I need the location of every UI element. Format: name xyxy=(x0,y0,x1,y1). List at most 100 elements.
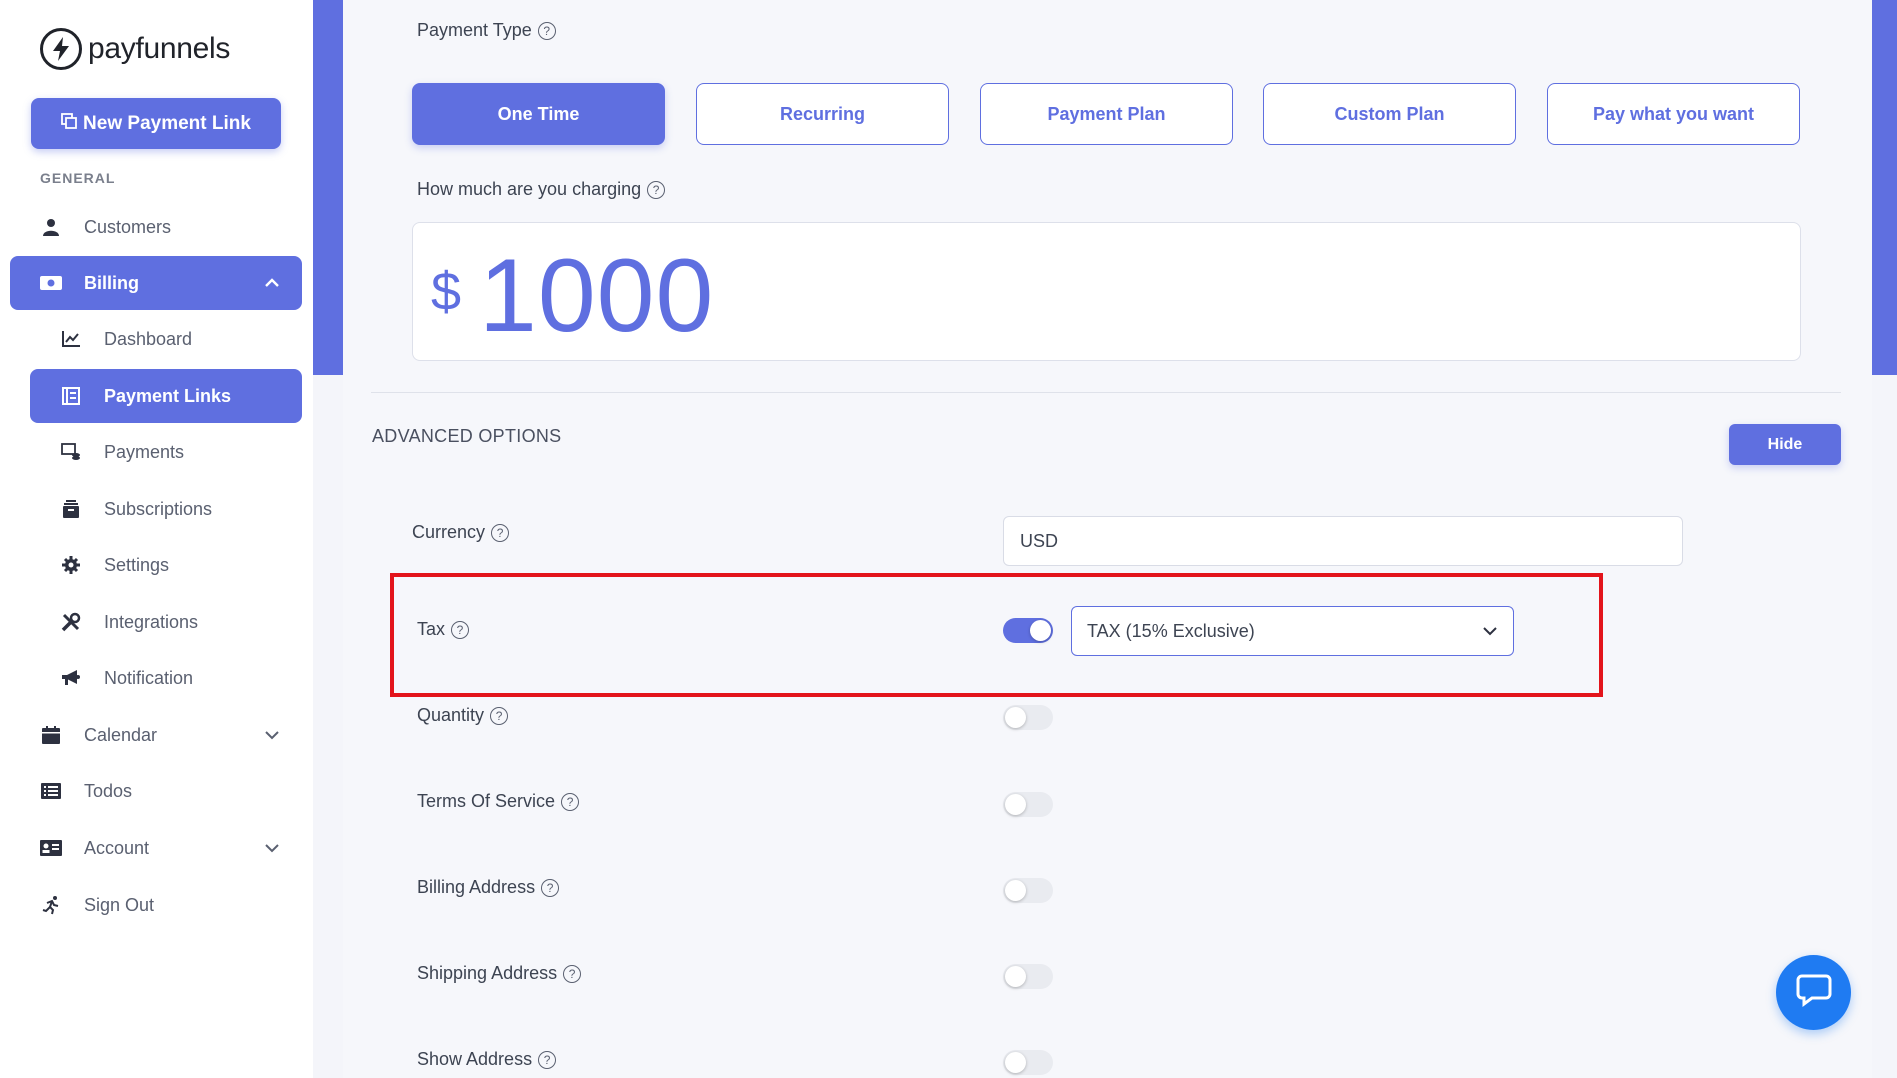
sidebar-item-notification[interactable]: Notification xyxy=(30,651,302,705)
help-icon[interactable]: ? xyxy=(537,21,556,40)
quantity-label: Quantity ? xyxy=(417,705,509,726)
sidebar-item-todos[interactable]: Todos xyxy=(10,764,302,818)
payment-type-custom-plan-button[interactable]: Custom Plan xyxy=(1263,83,1516,145)
brand-name: payfunnels xyxy=(88,32,231,65)
chat-launcher-button[interactable] xyxy=(1776,955,1851,1030)
chevron-down-icon xyxy=(262,725,282,745)
sidebar-item-calendar[interactable]: Calendar xyxy=(10,708,302,762)
tax-toggle[interactable] xyxy=(1003,618,1053,643)
help-icon[interactable]: ? xyxy=(490,706,509,725)
sidebar-item-dashboard[interactable]: Dashboard xyxy=(30,312,302,366)
header-band-right xyxy=(1872,0,1897,375)
toggle-knob xyxy=(1005,880,1026,901)
sidebar-item-payment-links[interactable]: Payment Links xyxy=(30,369,302,423)
shipping-address-toggle[interactable] xyxy=(1003,964,1053,989)
sidebar-item-label: Subscriptions xyxy=(104,498,213,519)
hide-advanced-button[interactable]: Hide xyxy=(1729,424,1841,465)
sidebar-item-label: Billing xyxy=(84,272,139,293)
money-icon xyxy=(40,272,62,294)
archive-icon xyxy=(60,498,82,520)
toggle-knob xyxy=(1005,707,1026,728)
section-general-label: GENERAL xyxy=(40,170,116,186)
sidebar-item-billing[interactable]: Billing xyxy=(10,256,302,310)
charge-label-text: How much are you charging xyxy=(417,179,642,199)
charge-label: How much are you charging ? xyxy=(417,179,666,200)
quantity-label-text: Quantity xyxy=(417,705,485,725)
sidebar: payfunnels New Payment Link GENERAL Cust… xyxy=(0,0,313,1078)
sidebar-item-label: Dashboard xyxy=(104,328,193,349)
payment-type-label: Payment Type ? xyxy=(417,20,556,41)
payment-type-one-time-button[interactable]: One Time xyxy=(412,83,665,145)
sidebar-item-customers[interactable]: Customers xyxy=(10,200,302,254)
sidebar-item-account[interactable]: Account xyxy=(10,821,302,875)
tax-label: Tax ? xyxy=(417,619,470,640)
toggle-knob xyxy=(1030,620,1051,641)
calendar-icon xyxy=(40,724,62,746)
sidebar-item-sign-out[interactable]: Sign Out xyxy=(10,878,302,932)
shipping-address-label: Shipping Address ? xyxy=(417,963,582,984)
toggle-knob xyxy=(1005,966,1026,987)
new-payment-link-label: New Payment Link xyxy=(83,112,251,134)
terms-of-service-toggle[interactable] xyxy=(1003,792,1053,817)
id-card-icon xyxy=(40,837,62,859)
currency-value: USD xyxy=(1020,530,1059,551)
tax-select-value: TAX (15% Exclusive) xyxy=(1087,620,1255,641)
sidebar-item-label: Notification xyxy=(104,667,194,688)
sidebar-item-label: Customers xyxy=(84,216,172,237)
tools-icon xyxy=(60,611,82,633)
payment-type-recurring-button[interactable]: Recurring xyxy=(696,83,949,145)
list-icon xyxy=(40,780,62,802)
currency-label: Currency ? xyxy=(412,522,510,543)
chat-bubble-icon xyxy=(1796,973,1832,1012)
tax-select[interactable]: TAX (15% Exclusive) xyxy=(1071,606,1514,656)
header-band-left xyxy=(313,0,343,375)
sidebar-item-integrations[interactable]: Integrations xyxy=(30,595,302,649)
chevron-down-icon xyxy=(262,838,282,858)
help-icon[interactable]: ? xyxy=(563,964,582,983)
chevron-up-icon xyxy=(262,273,282,293)
payment-link-form: Payment Type ? One Time Recurring Paymen… xyxy=(343,0,1872,1078)
show-address-label-text: Show Address xyxy=(417,1049,533,1069)
amount-input[interactable]: $ 1000 xyxy=(412,222,1801,361)
billing-address-label-text: Billing Address xyxy=(417,877,536,897)
gear-icon xyxy=(60,554,82,576)
currency-symbol: $ xyxy=(431,262,462,322)
payment-type-label-text: Payment Type xyxy=(417,20,532,40)
brand-logo[interactable]: payfunnels xyxy=(40,28,230,70)
sidebar-item-label: Sign Out xyxy=(84,894,155,915)
new-payment-link-button[interactable]: New Payment Link xyxy=(31,98,281,149)
terms-of-service-label-text: Terms Of Service xyxy=(417,791,556,811)
help-icon[interactable]: ? xyxy=(541,878,560,897)
help-icon[interactable]: ? xyxy=(491,523,510,542)
payment-type-payment-plan-button[interactable]: Payment Plan xyxy=(980,83,1233,145)
billing-address-toggle[interactable] xyxy=(1003,878,1053,903)
chevron-down-icon xyxy=(1481,622,1499,645)
help-icon[interactable]: ? xyxy=(561,792,580,811)
help-icon[interactable]: ? xyxy=(451,620,470,639)
sidebar-item-payments[interactable]: Payments xyxy=(30,425,302,479)
sidebar-item-label: Account xyxy=(84,837,150,858)
advanced-options-title: ADVANCED OPTIONS xyxy=(372,426,562,446)
bolt-icon xyxy=(40,28,82,70)
payment-type-pay-what-you-want-button[interactable]: Pay what you want xyxy=(1547,83,1800,145)
toggle-knob xyxy=(1005,794,1026,815)
billing-address-label: Billing Address ? xyxy=(417,877,560,898)
chart-line-icon xyxy=(60,328,82,350)
sidebar-item-label: Settings xyxy=(104,554,170,575)
user-icon xyxy=(40,216,62,238)
quantity-toggle[interactable] xyxy=(1003,705,1053,730)
help-icon[interactable]: ? xyxy=(647,180,666,199)
sidebar-item-label: Payments xyxy=(104,441,185,462)
currency-field[interactable]: USD xyxy=(1003,516,1683,566)
sidebar-item-label: Calendar xyxy=(84,724,158,745)
terms-of-service-label: Terms Of Service ? xyxy=(417,791,580,812)
sidebar-item-settings[interactable]: Settings xyxy=(30,538,302,592)
new-window-icon xyxy=(61,112,77,135)
show-address-toggle[interactable] xyxy=(1003,1050,1053,1075)
sidebar-item-label: Payment Links xyxy=(104,385,232,406)
sidebar-item-subscriptions[interactable]: Subscriptions xyxy=(30,482,302,536)
amount-value: 1000 xyxy=(479,238,715,354)
payments-icon xyxy=(60,441,82,463)
help-icon[interactable]: ? xyxy=(538,1050,557,1069)
section-divider xyxy=(371,392,1841,393)
